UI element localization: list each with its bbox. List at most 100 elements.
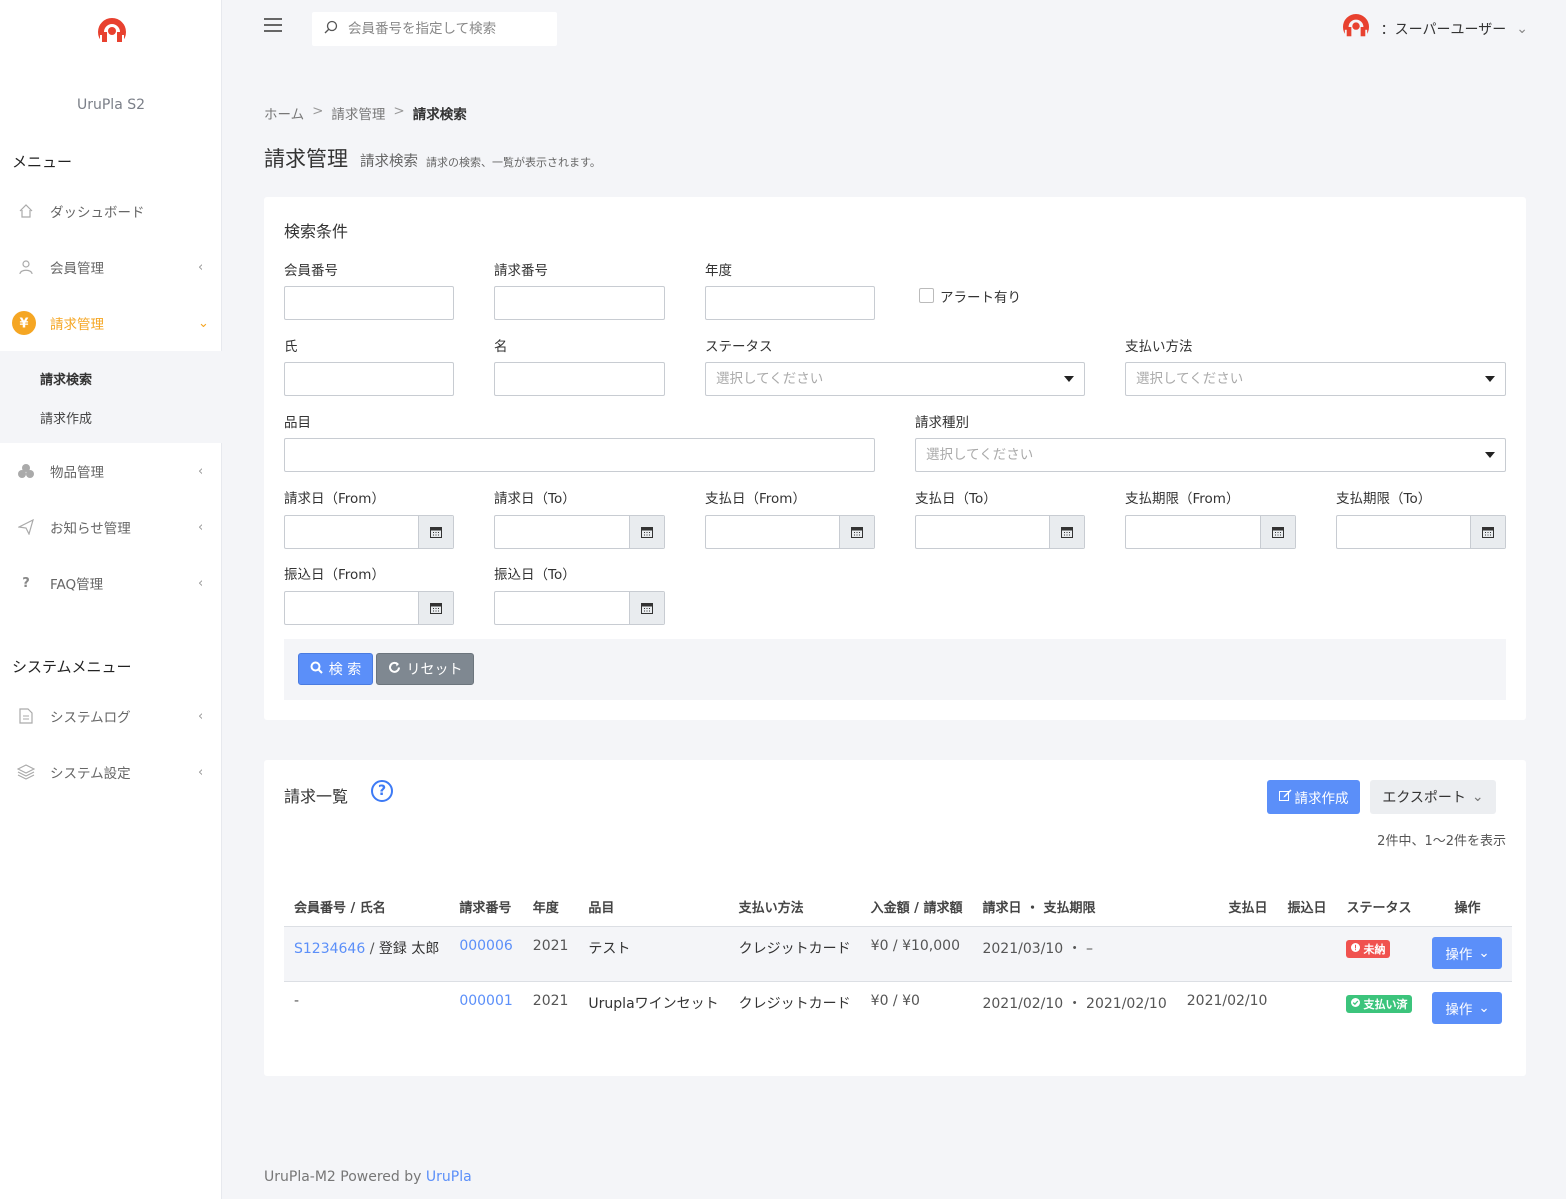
operation-dropdown-button[interactable]: 操作 ⌄ bbox=[1432, 991, 1503, 1024]
status-select[interactable]: 選択してください bbox=[705, 362, 1085, 396]
select-placeholder: 選択してください bbox=[716, 371, 824, 387]
reset-button[interactable]: リセット bbox=[376, 653, 474, 685]
topbar: ：スーパーユーザー ⌄ bbox=[222, 0, 1566, 60]
cell-year: 2021 bbox=[522, 926, 579, 982]
sidebar-item-label: 物品管理 bbox=[50, 465, 104, 481]
status-text: 未納 bbox=[1363, 942, 1386, 956]
chevron-down-icon: ⌄ bbox=[1471, 789, 1484, 805]
cell-item: Uruplaワインセット bbox=[588, 995, 719, 1012]
export-dropdown[interactable]: エクスポート ⌄ bbox=[1370, 780, 1496, 814]
payment-date-from-input[interactable] bbox=[705, 515, 875, 549]
member-search-input[interactable] bbox=[348, 18, 548, 40]
question-icon: ? bbox=[22, 575, 30, 591]
hamburger-menu-icon[interactable] bbox=[264, 18, 282, 34]
calendar-icon[interactable] bbox=[1049, 516, 1084, 548]
calendar-icon[interactable] bbox=[629, 592, 664, 624]
sidebar-item-news[interactable]: お知らせ管理 ‹ bbox=[0, 507, 222, 547]
yen-icon: ¥ bbox=[12, 311, 36, 335]
invoice-list-card: 請求一覧 ? 請求作成 エクスポート ⌄ 2件中、1〜2件を表示 会員番号 / … bbox=[264, 760, 1526, 1076]
last-name-input[interactable] bbox=[284, 362, 454, 396]
search-button[interactable]: 検 索 bbox=[298, 653, 373, 685]
invoice-no-input[interactable] bbox=[494, 286, 665, 320]
sidebar-item-label: FAQ管理 bbox=[50, 577, 104, 593]
due-date-to-input[interactable] bbox=[1336, 515, 1506, 549]
user-name: ：スーパーユーザー bbox=[1380, 22, 1507, 38]
search-actions: 検 索 リセット bbox=[284, 639, 1506, 700]
invoice-list-title: 請求一覧 bbox=[284, 787, 349, 806]
cell-amount: ¥0 / ¥0 bbox=[870, 992, 920, 1009]
logo[interactable] bbox=[96, 18, 128, 46]
calendar-icon[interactable] bbox=[418, 592, 453, 624]
transfer-date-to-input[interactable] bbox=[494, 591, 665, 625]
search-card-title: 検索条件 bbox=[284, 222, 349, 241]
col-year: 年度 bbox=[522, 888, 579, 927]
breadcrumb-invoice-management[interactable]: 請求管理 bbox=[331, 103, 385, 123]
sidebar-item-members[interactable]: 会員管理 ‹ bbox=[0, 247, 222, 287]
invoice-date-from-input[interactable] bbox=[284, 515, 454, 549]
search-icon bbox=[324, 20, 338, 38]
payment-date-to-label: 支払日（To） bbox=[915, 491, 997, 507]
footer-text: UruPla-M2 Powered by bbox=[264, 1169, 426, 1185]
search-button-label: 検 索 bbox=[328, 662, 362, 678]
due-date-from-label: 支払期限（From） bbox=[1125, 491, 1240, 507]
sidebar-item-label: 請求管理 bbox=[50, 317, 104, 333]
chevron-left-icon: ‹ bbox=[198, 519, 204, 535]
chevron-left-icon: ‹ bbox=[198, 575, 204, 591]
table-row: - 000001 2021 Uruplaワインセット クレジットカード ¥0 /… bbox=[284, 981, 1512, 1036]
cell-item: テスト bbox=[578, 926, 729, 982]
year-label: 年度 bbox=[705, 263, 732, 279]
alert-checkbox[interactable] bbox=[919, 288, 934, 303]
calendar-icon[interactable] bbox=[629, 516, 664, 548]
submenu-item-invoice-create[interactable]: 請求作成 bbox=[40, 408, 92, 427]
first-name-label: 名 bbox=[494, 339, 508, 355]
transfer-date-to-label: 振込日（To） bbox=[494, 567, 576, 583]
brand-name: UruPla S2 bbox=[76, 97, 146, 113]
year-input[interactable] bbox=[705, 286, 875, 320]
page-title: 請求管理 bbox=[264, 147, 348, 171]
footer: UruPla-M2 Powered by UruPla bbox=[264, 1169, 472, 1185]
transfer-date-from-input[interactable] bbox=[284, 591, 454, 625]
export-label: エクスポート bbox=[1382, 790, 1466, 806]
member-no-input[interactable] bbox=[284, 286, 454, 320]
item-input[interactable] bbox=[284, 438, 875, 472]
col-member: 会員番号 / 氏名 bbox=[284, 888, 450, 927]
sidebar-item-goods[interactable]: 物品管理 ‹ bbox=[0, 451, 222, 491]
cell-transfer-date bbox=[1277, 981, 1336, 1036]
footer-link[interactable]: UruPla bbox=[426, 1169, 472, 1185]
chevron-left-icon: ‹ bbox=[198, 708, 204, 724]
submenu-item-invoice-search[interactable]: 請求検索 bbox=[40, 369, 92, 388]
cell-dates: 2021/03/10 ・ – bbox=[972, 926, 1177, 982]
calendar-icon[interactable] bbox=[418, 516, 453, 548]
cell-amount: ¥0 / ¥10,000 bbox=[860, 926, 973, 982]
create-invoice-label: 請求作成 bbox=[1294, 791, 1349, 807]
sidebar-item-invoices[interactable]: ¥ 請求管理 ⌄ bbox=[0, 303, 222, 343]
help-icon[interactable]: ? bbox=[371, 780, 393, 802]
status-badge: 支払い済 bbox=[1346, 994, 1413, 1013]
chevron-down-icon: ⌄ bbox=[1478, 999, 1490, 1016]
col-transfer-date: 振込日 bbox=[1277, 888, 1337, 927]
due-date-from-input[interactable] bbox=[1125, 515, 1296, 549]
invoice-date-to-label: 請求日（To） bbox=[494, 491, 576, 507]
user-menu[interactable]: ：スーパーユーザー ⌄ bbox=[1341, 14, 1528, 44]
calendar-icon[interactable] bbox=[839, 516, 874, 548]
calendar-icon[interactable] bbox=[1470, 516, 1505, 548]
invoice-type-select[interactable]: 選択してください bbox=[915, 438, 1506, 472]
invoice-date-to-input[interactable] bbox=[494, 515, 665, 549]
create-invoice-button[interactable]: 請求作成 bbox=[1267, 780, 1360, 814]
payment-method-select[interactable]: 選択してください bbox=[1125, 362, 1506, 396]
calendar-icon[interactable] bbox=[1260, 516, 1295, 548]
member-no-link[interactable]: S1234646 bbox=[294, 941, 365, 957]
breadcrumb-home[interactable]: ホーム bbox=[264, 103, 304, 123]
col-dates: 請求日 ・ 支払期限 bbox=[972, 888, 1177, 927]
cell-dates: 2021/02/10 ・ 2021/02/10 bbox=[982, 995, 1167, 1012]
operation-dropdown-button[interactable]: 操作 ⌄ bbox=[1432, 936, 1503, 969]
invoice-no-link[interactable]: 000001 bbox=[459, 993, 512, 1009]
sidebar-item-system-log[interactable]: システムログ ‹ bbox=[0, 696, 222, 736]
sidebar-item-system-settings[interactable]: システム設定 ‹ bbox=[0, 752, 222, 792]
first-name-input[interactable] bbox=[494, 362, 665, 396]
breadcrumb-current: 請求検索 bbox=[412, 107, 467, 123]
payment-date-to-input[interactable] bbox=[915, 515, 1085, 549]
sidebar-item-faq[interactable]: ? FAQ管理 ‹ bbox=[0, 563, 222, 603]
sidebar-item-dashboard[interactable]: ダッシュボード bbox=[0, 191, 222, 231]
invoice-no-link[interactable]: 000006 bbox=[459, 938, 512, 954]
